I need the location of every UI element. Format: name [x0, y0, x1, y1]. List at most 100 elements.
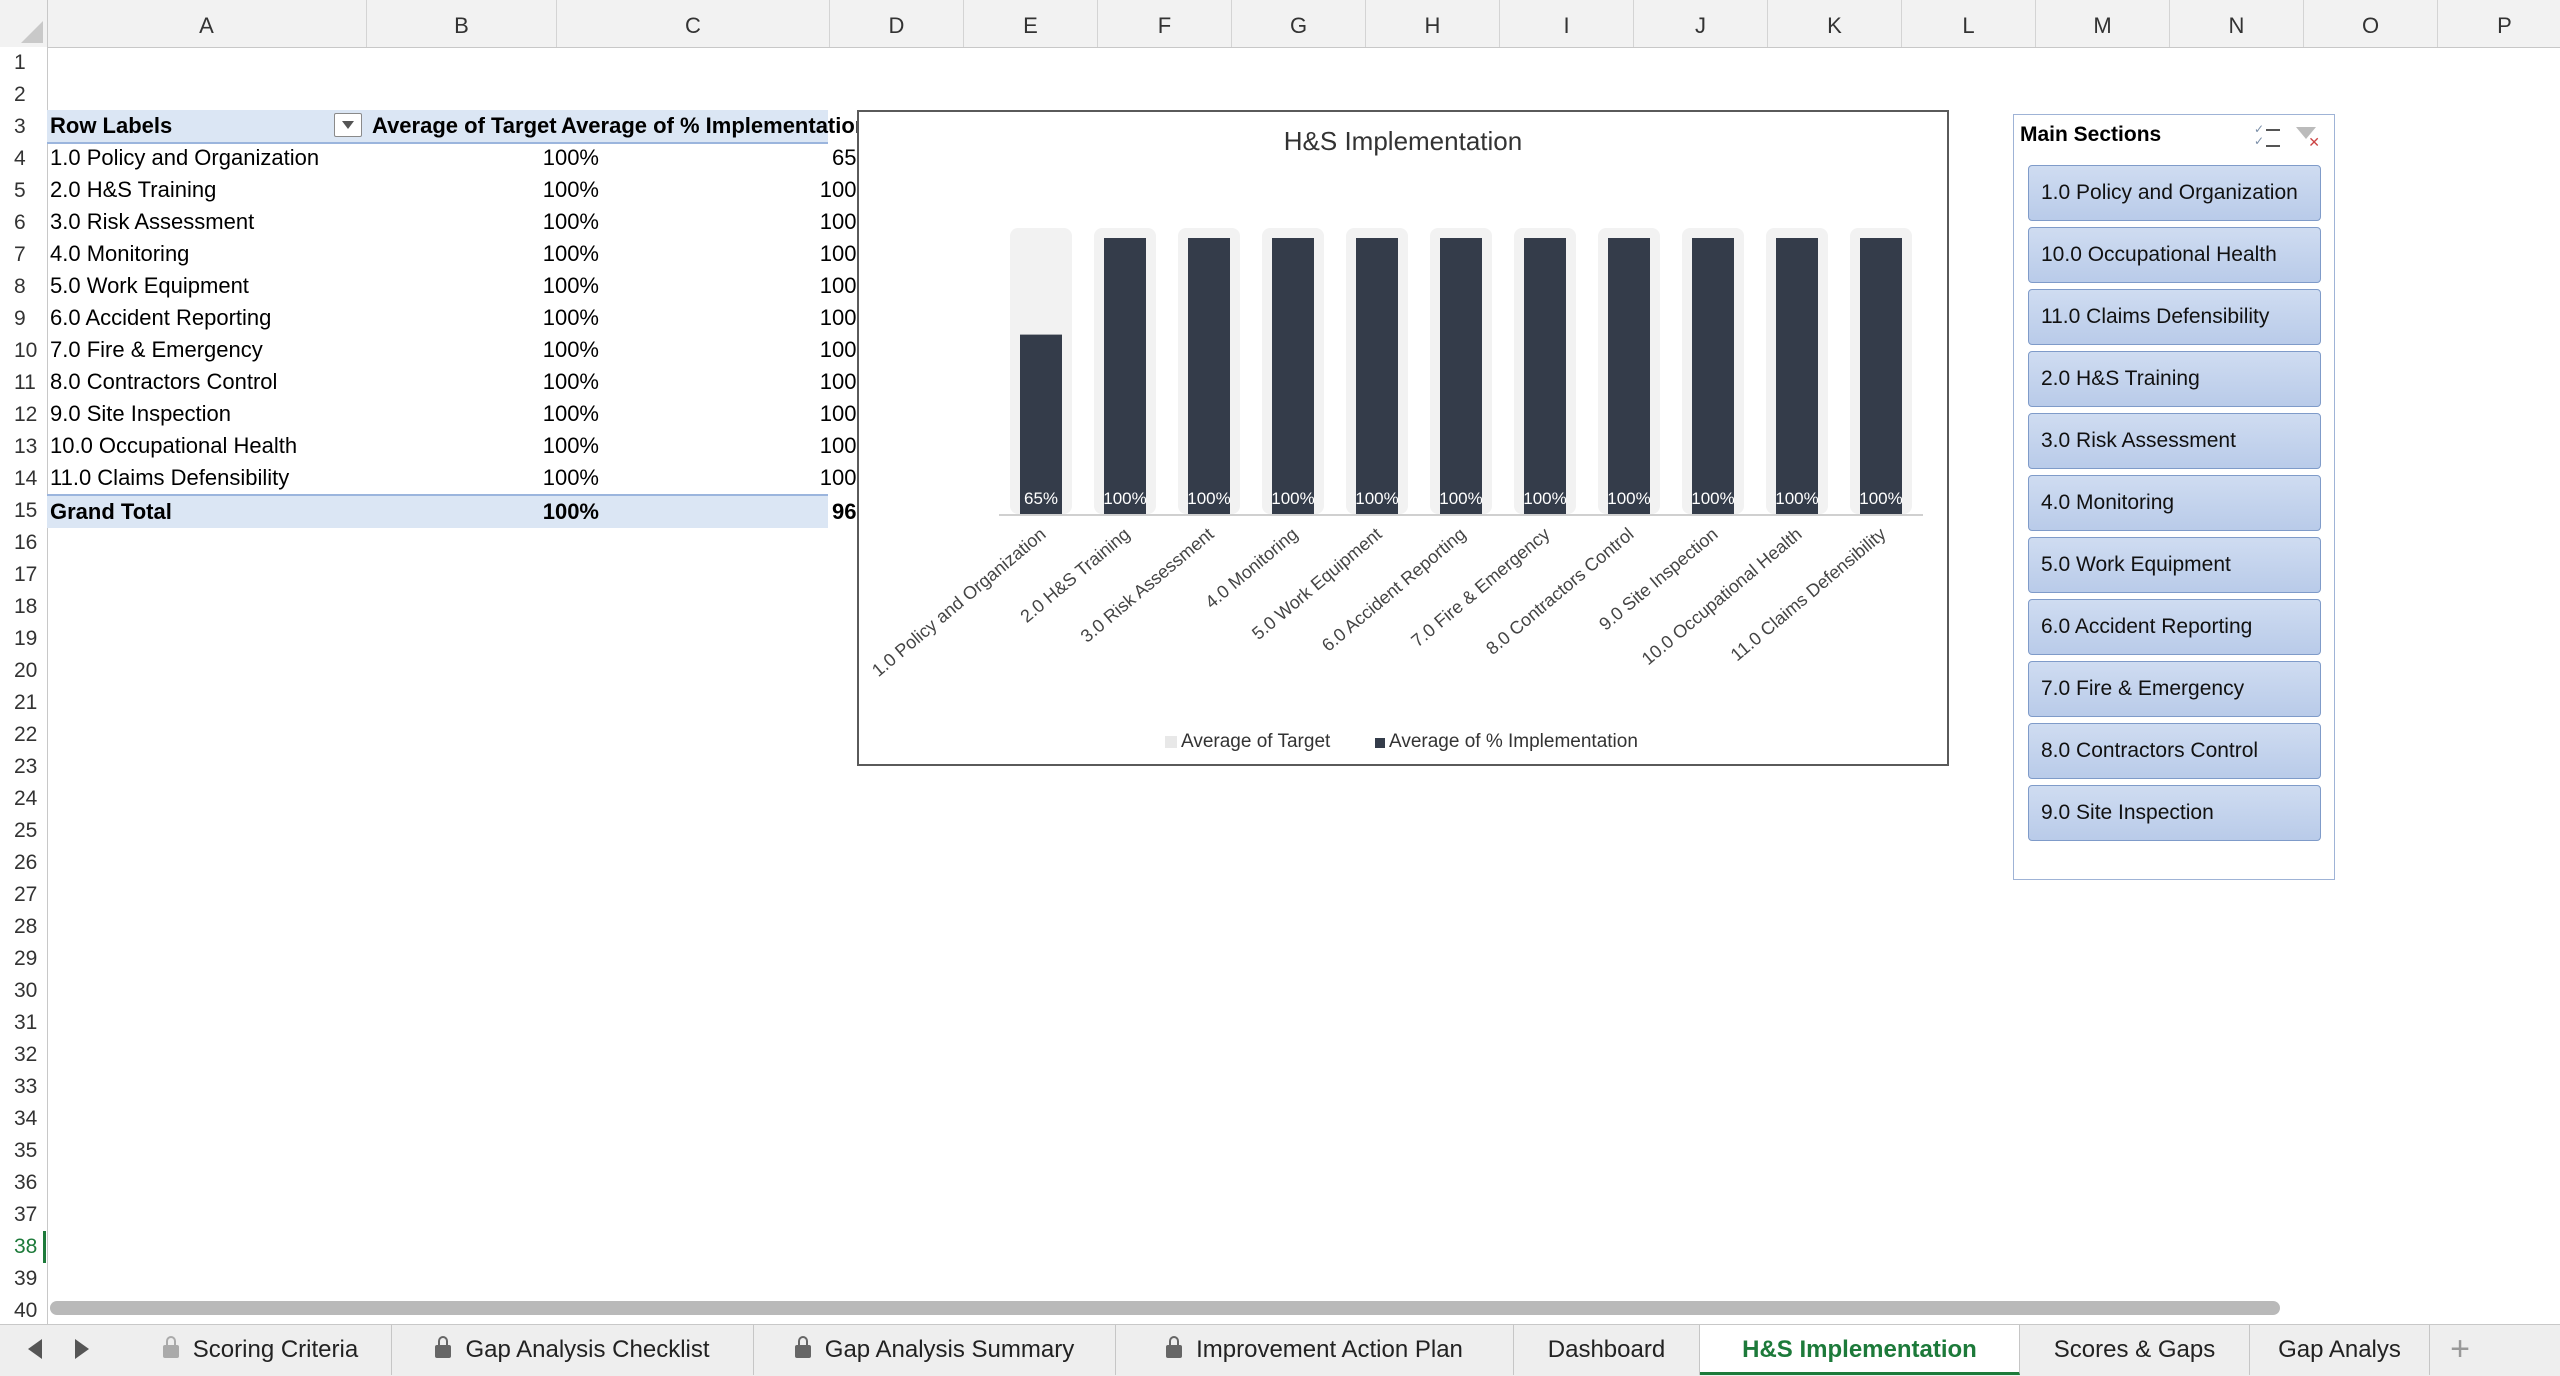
- select-all-triangle-icon: [21, 21, 43, 43]
- row-header-22[interactable]: 22: [0, 719, 46, 751]
- row-header-15[interactable]: 15: [0, 495, 46, 527]
- slicer-item[interactable]: 6.0 Accident Reporting: [2028, 599, 2321, 655]
- row-header-12[interactable]: 12: [0, 399, 46, 431]
- column-header-p[interactable]: P: [2438, 0, 2560, 47]
- pivot-row[interactable]: 7.0 Fire & Emergency 100% 100%: [47, 334, 876, 366]
- row-header-34[interactable]: 34: [0, 1103, 46, 1135]
- column-header-f[interactable]: F: [1098, 0, 1232, 47]
- row-header-11[interactable]: 11: [0, 367, 46, 399]
- row-header-8[interactable]: 8: [0, 271, 46, 303]
- sheet-tab[interactable]: Gap Analys: [2250, 1325, 2430, 1375]
- data-label: 100%: [1775, 489, 1818, 508]
- row-header-39[interactable]: 39: [0, 1263, 46, 1295]
- row-header-4[interactable]: 4: [0, 143, 46, 175]
- row-header-28[interactable]: 28: [0, 911, 46, 943]
- row-header-31[interactable]: 31: [0, 1007, 46, 1039]
- select-all-corner[interactable]: [0, 0, 48, 47]
- add-sheet-button[interactable]: +: [2440, 1325, 2480, 1375]
- slicer-item[interactable]: 7.0 Fire & Emergency: [2028, 661, 2321, 717]
- row-header-27[interactable]: 27: [0, 879, 46, 911]
- pivot-row[interactable]: 6.0 Accident Reporting 100% 100%: [47, 302, 876, 334]
- main-sections-slicer[interactable]: Main Sections 1.0 Policy and Organizatio…: [2013, 114, 2335, 880]
- column-header-a[interactable]: A: [47, 0, 367, 47]
- column-header-l[interactable]: L: [1902, 0, 2036, 47]
- sheet-tab[interactable]: Scoring Criteria: [130, 1325, 392, 1375]
- column-header-e[interactable]: E: [964, 0, 1098, 47]
- row-header-20[interactable]: 20: [0, 655, 46, 687]
- row-header-19[interactable]: 19: [0, 623, 46, 655]
- row-header-26[interactable]: 26: [0, 847, 46, 879]
- sheet-tab[interactable]: Improvement Action Plan: [1116, 1325, 1514, 1375]
- row-header-38[interactable]: 38: [0, 1231, 46, 1263]
- row-header-30[interactable]: 30: [0, 975, 46, 1007]
- column-header-h[interactable]: H: [1366, 0, 1500, 47]
- pivot-row[interactable]: 5.0 Work Equipment 100% 100%: [47, 270, 876, 302]
- multi-select-icon[interactable]: [2254, 123, 2280, 149]
- prev-sheet-icon[interactable]: [28, 1339, 42, 1359]
- row-header-21[interactable]: 21: [0, 687, 46, 719]
- row-header-37[interactable]: 37: [0, 1199, 46, 1231]
- slicer-item[interactable]: 3.0 Risk Assessment: [2028, 413, 2321, 469]
- sheet-tab[interactable]: H&S Implementation: [1700, 1325, 2020, 1375]
- pivot-row[interactable]: 11.0 Claims Defensibility 100% 100%: [47, 462, 876, 494]
- row-header-25[interactable]: 25: [0, 815, 46, 847]
- row-header-17[interactable]: 17: [0, 559, 46, 591]
- row-header-35[interactable]: 35: [0, 1135, 46, 1167]
- pivot-row[interactable]: 2.0 H&S Training 100% 100%: [47, 174, 876, 206]
- column-header-j[interactable]: J: [1634, 0, 1768, 47]
- row-header-6[interactable]: 6: [0, 207, 46, 239]
- row-header-24[interactable]: 24: [0, 783, 46, 815]
- column-header-o[interactable]: O: [2304, 0, 2438, 47]
- row-header-29[interactable]: 29: [0, 943, 46, 975]
- row-header-14[interactable]: 14: [0, 463, 46, 495]
- row-header-36[interactable]: 36: [0, 1167, 46, 1199]
- row-header-23[interactable]: 23: [0, 751, 46, 783]
- column-header-d[interactable]: D: [830, 0, 964, 47]
- slicer-item[interactable]: 1.0 Policy and Organization: [2028, 165, 2321, 221]
- row-header-3[interactable]: 3: [0, 111, 46, 143]
- column-header-m[interactable]: M: [2036, 0, 2170, 47]
- column-header-i[interactable]: I: [1500, 0, 1634, 47]
- sheet-tab[interactable]: Scores & Gaps: [2020, 1325, 2250, 1375]
- row-header-40[interactable]: 40: [0, 1295, 46, 1324]
- row-header-33[interactable]: 33: [0, 1071, 46, 1103]
- pivot-row[interactable]: 9.0 Site Inspection 100% 100%: [47, 398, 876, 430]
- next-sheet-icon[interactable]: [75, 1339, 89, 1359]
- pivot-row[interactable]: 3.0 Risk Assessment 100% 100%: [47, 206, 876, 238]
- row-header-13[interactable]: 13: [0, 431, 46, 463]
- column-header-n[interactable]: N: [2170, 0, 2304, 47]
- pivot-row[interactable]: 8.0 Contractors Control 100% 100%: [47, 366, 876, 398]
- pivot-filter-dropdown-icon[interactable]: [334, 113, 362, 137]
- sheet-tab[interactable]: Gap Analysis Summary: [754, 1325, 1116, 1375]
- column-header-c[interactable]: C: [557, 0, 830, 47]
- slicer-item[interactable]: 10.0 Occupational Health: [2028, 227, 2321, 283]
- column-header-k[interactable]: K: [1768, 0, 1902, 47]
- horizontal-scrollbar[interactable]: [50, 1301, 2280, 1315]
- row-header-9[interactable]: 9: [0, 303, 46, 335]
- row-header-16[interactable]: 16: [0, 527, 46, 559]
- spreadsheet-grid[interactable]: ABCDEFGHIJKLMNOP 1 2 3 4 5 6 7 8 9 10 11 12 13 14 15 16…: [0, 0, 2560, 1324]
- pivot-row[interactable]: 4.0 Monitoring 100% 100%: [47, 238, 876, 270]
- implementation-bar: [1692, 238, 1734, 514]
- column-header-g[interactable]: G: [1232, 0, 1366, 47]
- row-header-1[interactable]: 1: [0, 47, 46, 79]
- slicer-item[interactable]: 2.0 H&S Training: [2028, 351, 2321, 407]
- sheet-tab[interactable]: Dashboard: [1514, 1325, 1700, 1375]
- row-header-7[interactable]: 7: [0, 239, 46, 271]
- row-header-32[interactable]: 32: [0, 1039, 46, 1071]
- slicer-item[interactable]: 9.0 Site Inspection: [2028, 785, 2321, 841]
- slicer-item[interactable]: 4.0 Monitoring: [2028, 475, 2321, 531]
- slicer-item[interactable]: 5.0 Work Equipment: [2028, 537, 2321, 593]
- clear-filter-icon[interactable]: [2294, 125, 2320, 151]
- pivot-row[interactable]: 1.0 Policy and Organization 100% 65%: [47, 142, 876, 174]
- implementation-chart[interactable]: H&S Implementation 65% 1.0 Policy and Orga…: [857, 110, 1949, 766]
- row-header-5[interactable]: 5: [0, 175, 46, 207]
- row-header-10[interactable]: 10: [0, 335, 46, 367]
- sheet-tab[interactable]: Gap Analysis Checklist: [392, 1325, 754, 1375]
- slicer-item[interactable]: 11.0 Claims Defensibility: [2028, 289, 2321, 345]
- row-header-2[interactable]: 2: [0, 79, 46, 111]
- column-header-b[interactable]: B: [367, 0, 557, 47]
- slicer-item[interactable]: 8.0 Contractors Control: [2028, 723, 2321, 779]
- row-header-18[interactable]: 18: [0, 591, 46, 623]
- pivot-row[interactable]: 10.0 Occupational Health 100% 100%: [47, 430, 876, 462]
